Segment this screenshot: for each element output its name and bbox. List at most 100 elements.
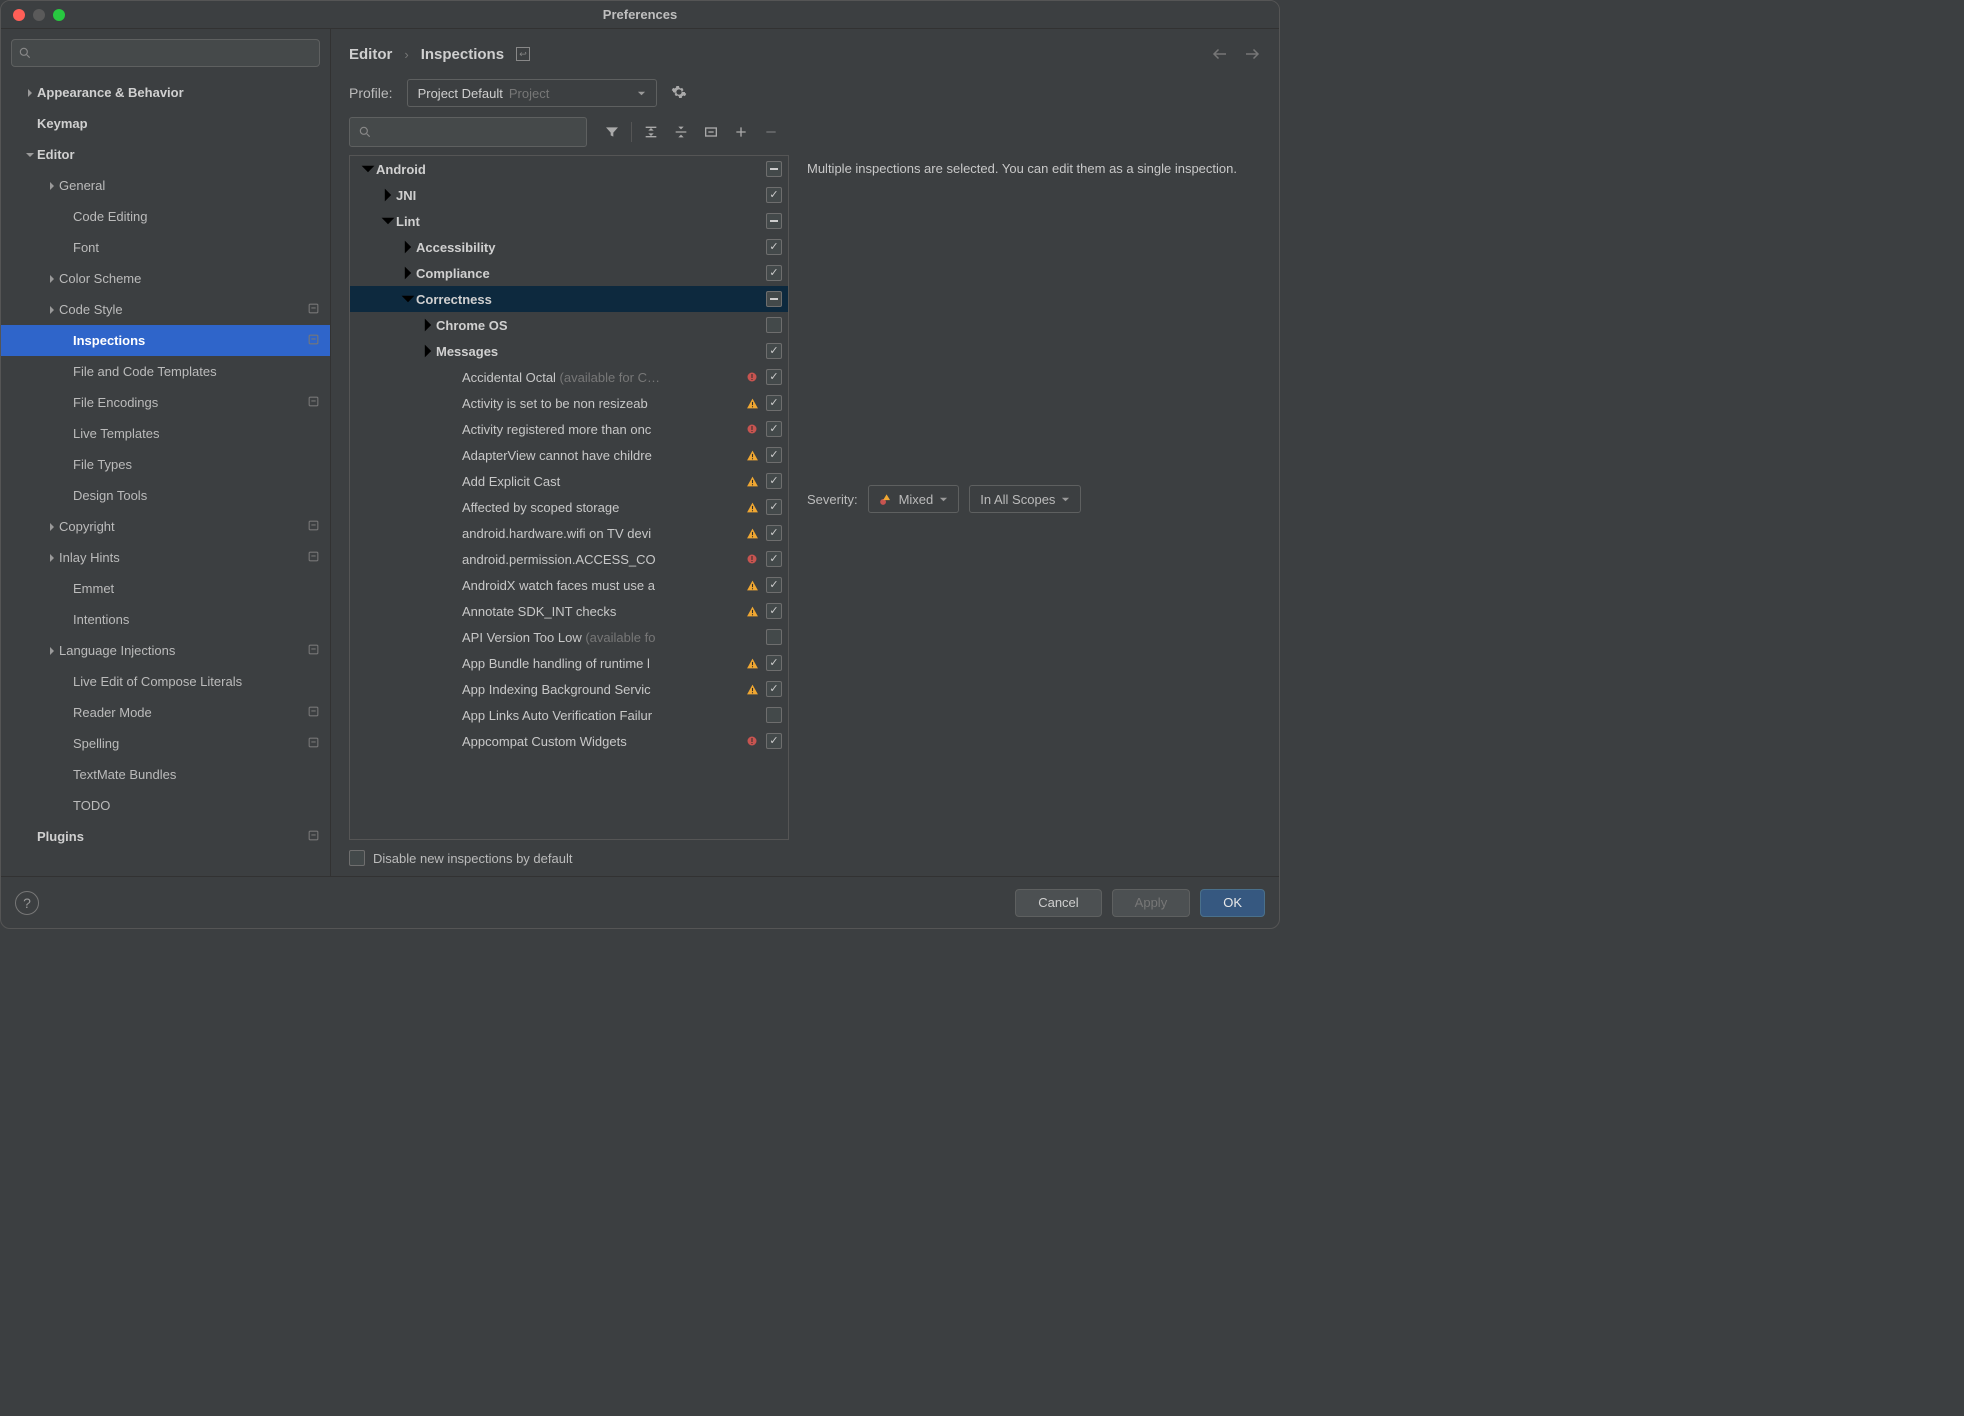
inspection-tree-item[interactable]: App Indexing Background Servic <box>350 676 788 702</box>
sidebar-item[interactable]: Spelling <box>1 728 330 759</box>
collapse-all-icon[interactable] <box>666 117 696 147</box>
sidebar-item[interactable]: File Encodings <box>1 387 330 418</box>
disable-new-inspections-checkbox[interactable] <box>349 850 365 866</box>
inspection-checkbox[interactable] <box>766 291 782 307</box>
sidebar-item[interactable]: Live Edit of Compose Literals <box>1 666 330 697</box>
inspection-tree-item[interactable]: Annotate SDK_INT checks <box>350 598 788 624</box>
inspection-checkbox[interactable] <box>766 733 782 749</box>
sidebar-item[interactable]: File Types <box>1 449 330 480</box>
close-window-button[interactable] <box>13 9 25 21</box>
sidebar-item[interactable]: Intentions <box>1 604 330 635</box>
severity-label: Severity: <box>807 492 858 507</box>
ok-button[interactable]: OK <box>1200 889 1265 917</box>
severity-combo[interactable]: Mixed <box>868 485 960 513</box>
sidebar-item[interactable]: Keymap <box>1 108 330 139</box>
inspection-tree-item[interactable]: Lint <box>350 208 788 234</box>
nav-forward-icon[interactable] <box>1243 45 1261 63</box>
inspection-tree-item[interactable]: android.hardware.wifi on TV devi <box>350 520 788 546</box>
add-icon[interactable] <box>726 117 756 147</box>
scope-combo[interactable]: In All Scopes <box>969 485 1081 513</box>
inspection-checkbox[interactable] <box>766 239 782 255</box>
sidebar-item[interactable]: Color Scheme <box>1 263 330 294</box>
inspection-checkbox[interactable] <box>766 213 782 229</box>
cancel-button[interactable]: Cancel <box>1015 889 1101 917</box>
inspection-tree-item[interactable]: AndroidX watch faces must use a <box>350 572 788 598</box>
inspection-checkbox[interactable] <box>766 655 782 671</box>
inspection-tree-item[interactable]: API Version Too Low (available fo <box>350 624 788 650</box>
sidebar-item[interactable]: Live Templates <box>1 418 330 449</box>
sidebar-item[interactable]: TODO <box>1 790 330 821</box>
inspection-tree-item[interactable]: Affected by scoped storage <box>350 494 788 520</box>
sidebar-item[interactable]: TextMate Bundles <box>1 759 330 790</box>
inspection-tree-item[interactable]: AdapterView cannot have childre <box>350 442 788 468</box>
profile-combo[interactable]: Project Default Project <box>407 79 657 107</box>
inspection-tree-item[interactable]: Add Explicit Cast <box>350 468 788 494</box>
breadcrumb-root[interactable]: Editor <box>349 46 392 63</box>
nav-back-icon[interactable] <box>1211 45 1229 63</box>
remove-icon[interactable] <box>756 117 786 147</box>
inspection-checkbox[interactable] <box>766 161 782 177</box>
inspection-checkbox[interactable] <box>766 395 782 411</box>
inspection-checkbox[interactable] <box>766 629 782 645</box>
sidebar-item[interactable]: Inlay Hints <box>1 542 330 573</box>
sidebar-item[interactable]: Language Injections <box>1 635 330 666</box>
project-scope-icon <box>307 643 320 659</box>
sidebar-item[interactable]: Appearance & Behavior <box>1 77 330 108</box>
sidebar-item[interactable]: Inspections <box>1 325 330 356</box>
inspection-tree-item[interactable]: Activity is set to be non resizeab <box>350 390 788 416</box>
maximize-window-button[interactable] <box>53 9 65 21</box>
inspection-checkbox[interactable] <box>766 343 782 359</box>
inspection-tree-item[interactable]: Chrome OS <box>350 312 788 338</box>
reset-to-empty-icon[interactable] <box>696 117 726 147</box>
inspection-tree-item[interactable]: Activity registered more than onc <box>350 416 788 442</box>
inspection-tree-item[interactable]: App Bundle handling of runtime l <box>350 650 788 676</box>
inspection-checkbox[interactable] <box>766 317 782 333</box>
minimize-window-button[interactable] <box>33 9 45 21</box>
inspection-checkbox[interactable] <box>766 187 782 203</box>
inspection-checkbox[interactable] <box>766 707 782 723</box>
sidebar-item[interactable]: Plugins <box>1 821 330 852</box>
inspections-search-input[interactable] <box>349 117 587 147</box>
preferences-window: Preferences Appearance & BehaviorKeymapE… <box>0 0 1280 929</box>
inspection-tree-item[interactable]: Accidental Octal (available for C… <box>350 364 788 390</box>
inspection-tree-item[interactable]: Messages <box>350 338 788 364</box>
sidebar-item[interactable]: Code Editing <box>1 201 330 232</box>
inspection-tree-item[interactable]: Correctness <box>350 286 788 312</box>
profile-gear-icon[interactable] <box>671 84 687 103</box>
sidebar-item[interactable]: Design Tools <box>1 480 330 511</box>
inspection-checkbox[interactable] <box>766 421 782 437</box>
inspection-tree-item[interactable]: Android <box>350 156 788 182</box>
reset-icon[interactable]: ↩ <box>516 47 530 61</box>
warning-severity-icon <box>744 501 760 514</box>
inspection-tree-item[interactable]: android.permission.ACCESS_CO <box>350 546 788 572</box>
inspection-tree-item[interactable]: Accessibility <box>350 234 788 260</box>
sidebar-item[interactable]: Editor <box>1 139 330 170</box>
mixed-severity-icon <box>879 492 893 506</box>
inspection-checkbox[interactable] <box>766 265 782 281</box>
sidebar-item[interactable]: File and Code Templates <box>1 356 330 387</box>
inspection-tree-item[interactable]: JNI <box>350 182 788 208</box>
inspection-tree-item[interactable]: Compliance <box>350 260 788 286</box>
help-button[interactable]: ? <box>15 891 39 915</box>
inspection-tree-item[interactable]: Appcompat Custom Widgets <box>350 728 788 754</box>
inspection-checkbox[interactable] <box>766 525 782 541</box>
sidebar-search-input[interactable] <box>11 39 320 67</box>
inspection-checkbox[interactable] <box>766 681 782 697</box>
inspection-checkbox[interactable] <box>766 369 782 385</box>
inspection-checkbox[interactable] <box>766 499 782 515</box>
inspection-checkbox[interactable] <box>766 603 782 619</box>
apply-button[interactable]: Apply <box>1112 889 1191 917</box>
sidebar-item[interactable]: Code Style <box>1 294 330 325</box>
sidebar-item[interactable]: Font <box>1 232 330 263</box>
expand-all-icon[interactable] <box>636 117 666 147</box>
inspection-checkbox[interactable] <box>766 473 782 489</box>
sidebar-item[interactable]: Reader Mode <box>1 697 330 728</box>
sidebar-item[interactable]: Copyright <box>1 511 330 542</box>
sidebar-item[interactable]: General <box>1 170 330 201</box>
inspection-checkbox[interactable] <box>766 447 782 463</box>
inspection-tree-item[interactable]: App Links Auto Verification Failur <box>350 702 788 728</box>
inspection-checkbox[interactable] <box>766 551 782 567</box>
inspection-checkbox[interactable] <box>766 577 782 593</box>
filter-icon[interactable] <box>597 117 627 147</box>
sidebar-item[interactable]: Emmet <box>1 573 330 604</box>
